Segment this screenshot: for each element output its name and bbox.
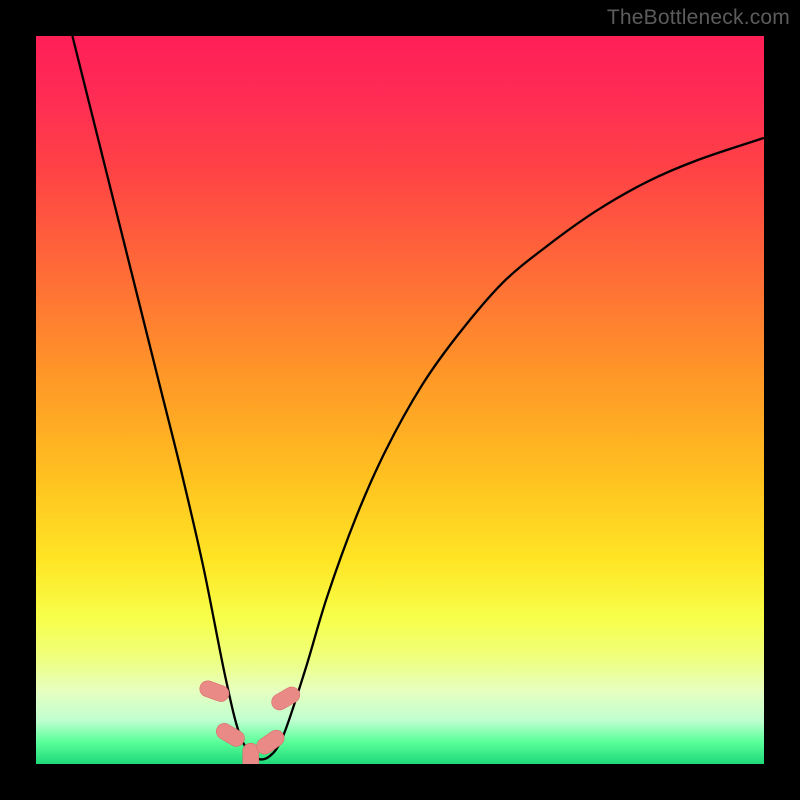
- curve-layer: [36, 36, 764, 764]
- bottleneck-curve-path: [72, 36, 764, 759]
- curve-marker: [243, 743, 259, 764]
- curve-marker: [213, 720, 247, 749]
- chart-frame: TheBottleneck.com: [0, 0, 800, 800]
- curve-markers: [198, 679, 303, 764]
- plot-area: [36, 36, 764, 764]
- curve-marker: [269, 684, 303, 713]
- watermark-label: TheBottleneck.com: [607, 6, 790, 30]
